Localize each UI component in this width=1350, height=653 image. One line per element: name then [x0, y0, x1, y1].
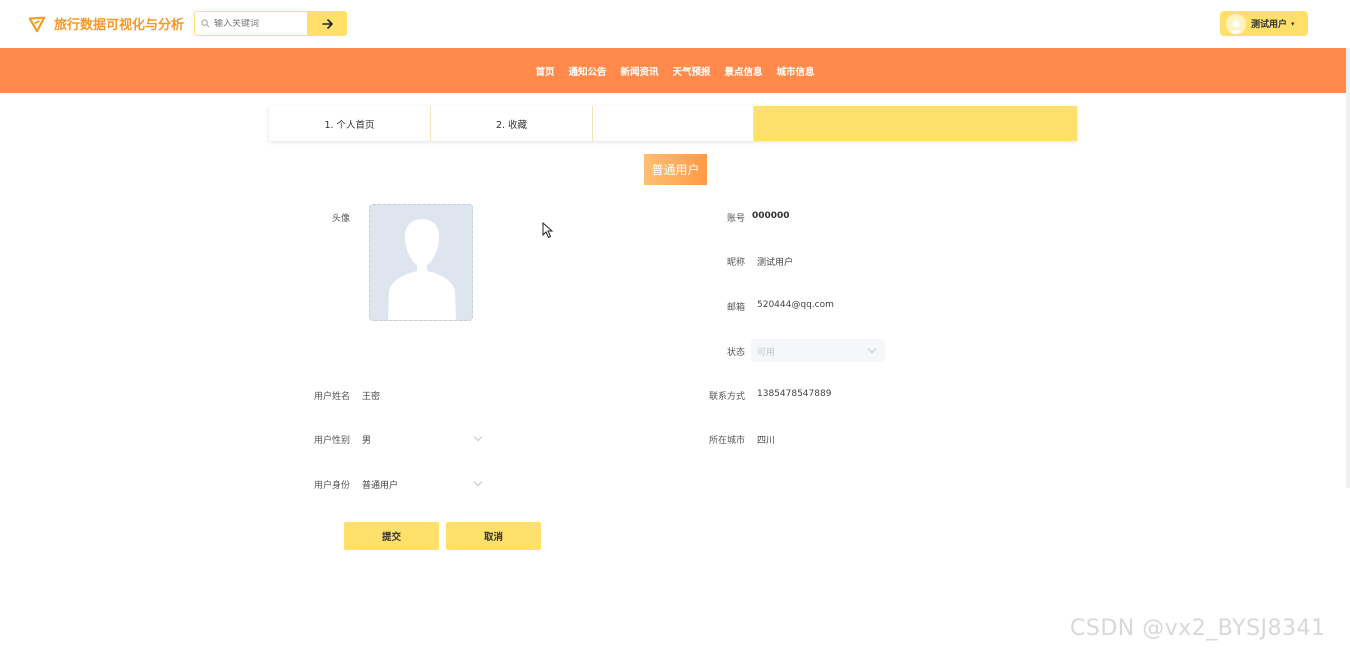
- nav-item-attractions[interactable]: 景点信息: [725, 64, 763, 78]
- role-badge: 普通用户: [644, 154, 707, 185]
- profile-tabs: 1. 个人首页 2. 收藏: [269, 106, 1077, 141]
- gender-select[interactable]: 男: [362, 433, 371, 446]
- identity-select[interactable]: 普通用户: [362, 478, 398, 491]
- nav-item-cities[interactable]: 城市信息: [777, 64, 815, 78]
- status-select[interactable]: 可用: [751, 339, 885, 362]
- nav-item-home[interactable]: 首页: [535, 64, 554, 78]
- phone-value[interactable]: 1385478547889: [757, 389, 831, 399]
- tab-favorites[interactable]: 2. 收藏: [431, 106, 593, 141]
- account-label: 账号: [726, 214, 745, 224]
- realname-label: 用户姓名: [313, 392, 350, 402]
- arrow-right-icon: [321, 18, 333, 29]
- nav-item-weather[interactable]: 天气预报: [673, 64, 711, 78]
- watermark: CSDN @vx2_BYSJ8341: [1070, 616, 1326, 641]
- scrollbar[interactable]: [1346, 48, 1350, 488]
- tab-filler: [754, 106, 1077, 141]
- avatar-placeholder-icon: [388, 219, 456, 320]
- status-value: 可用: [757, 348, 776, 358]
- email-label: 邮箱: [726, 303, 745, 313]
- chevron-down-icon: [867, 344, 877, 354]
- site-logo[interactable]: 旅行数据可视化与分析: [28, 14, 184, 33]
- caret-down-icon: ▾: [1291, 19, 1295, 28]
- nav-item-news[interactable]: 新闻资讯: [620, 64, 658, 78]
- search-icon: [201, 19, 210, 28]
- avatar-label: 头像: [331, 214, 350, 224]
- gender-label: 用户性别: [313, 436, 350, 446]
- tab-empty: [593, 106, 754, 141]
- mouse-cursor-icon: [542, 222, 554, 239]
- site-title: 旅行数据可视化与分析: [54, 18, 185, 33]
- realname-value[interactable]: 王密: [362, 389, 380, 402]
- user-menu-button[interactable]: 测试用户 ▾: [1220, 11, 1308, 36]
- top-header: 旅行数据可视化与分析 测试用户 ▾: [0, 0, 1350, 48]
- search-input[interactable]: [214, 18, 304, 29]
- user-avatar: [1226, 13, 1246, 34]
- nickname-value[interactable]: 测试用户: [757, 255, 793, 268]
- email-value[interactable]: 520444@qq.com: [757, 300, 834, 310]
- main-nav: 首页 通知公告 新闻资讯 天气预报 景点信息 城市信息: [0, 48, 1350, 93]
- chevron-down-icon: [473, 432, 483, 442]
- status-label: 状态: [726, 348, 745, 358]
- phone-label: 联系方式: [708, 392, 745, 402]
- paper-plane-icon: [28, 16, 46, 32]
- submit-button[interactable]: 提交: [344, 522, 439, 550]
- nickname-label: 昵称: [726, 258, 745, 268]
- search-box: [194, 11, 308, 36]
- city-value[interactable]: 四川: [757, 433, 775, 446]
- chevron-down-icon: [473, 477, 483, 487]
- tab-personal-home[interactable]: 1. 个人首页: [269, 106, 431, 141]
- identity-label: 用户身份: [313, 481, 350, 491]
- search-button[interactable]: [308, 11, 347, 36]
- cancel-button[interactable]: 取消: [446, 522, 541, 550]
- account-value: 000000: [752, 211, 790, 221]
- city-label: 所在城市: [708, 436, 745, 446]
- nav-item-notices[interactable]: 通知公告: [568, 64, 606, 78]
- avatar-upload[interactable]: [369, 204, 473, 321]
- user-name: 测试用户: [1251, 20, 1288, 30]
- user-icon: [1229, 20, 1243, 34]
